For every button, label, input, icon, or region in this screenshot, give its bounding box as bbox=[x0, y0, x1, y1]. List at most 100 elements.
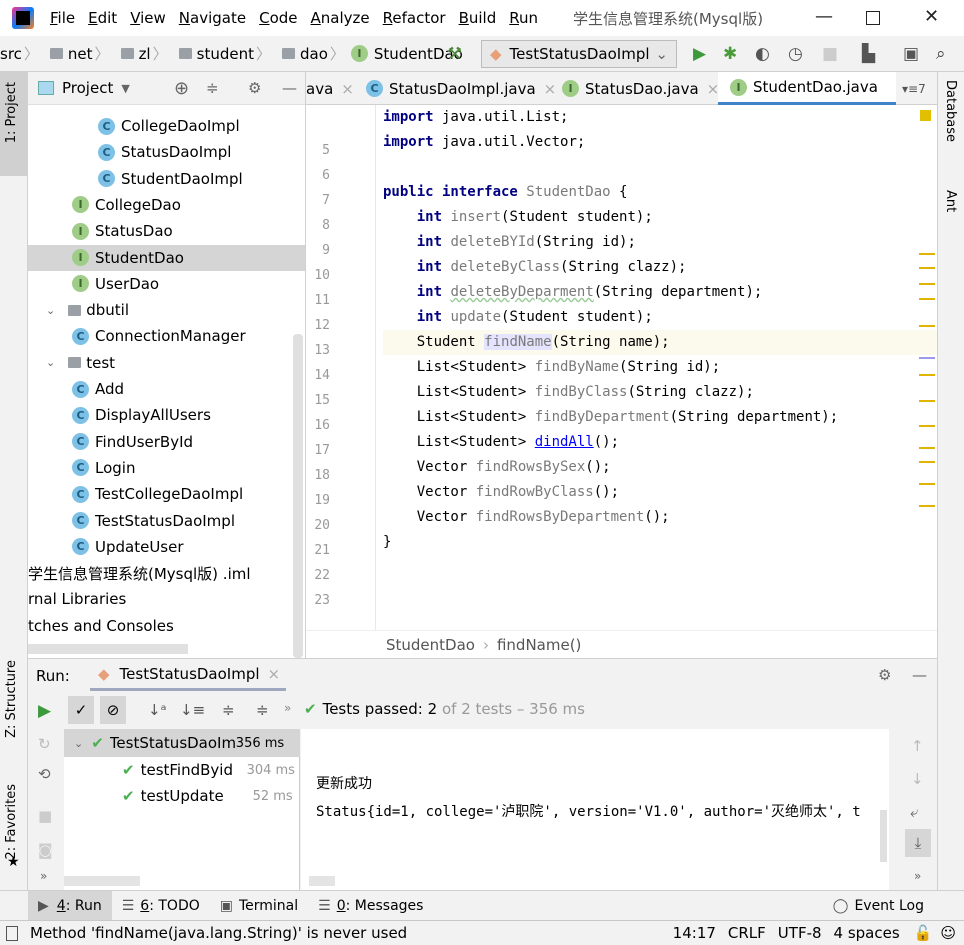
scroll-to-end-icon[interactable]: ⤓ bbox=[905, 829, 931, 857]
menu-analyze[interactable]: Analyze bbox=[311, 9, 370, 27]
search-icon[interactable]: ⌕ bbox=[936, 44, 946, 64]
toggle-tool-windows-icon[interactable] bbox=[6, 925, 18, 941]
more-icon[interactable]: » bbox=[40, 869, 47, 883]
console-scrollbar[interactable] bbox=[880, 810, 887, 862]
code-line[interactable]: List<Student> dindAll(); bbox=[383, 430, 937, 455]
breadcrumb-method[interactable]: findName() bbox=[497, 636, 581, 654]
tree-item[interactable]: ⌄ dbutil bbox=[28, 297, 305, 323]
code-line[interactable]: List<Student> findByName(String id); bbox=[383, 355, 937, 380]
code-line[interactable]: import java.util.Vector; bbox=[383, 130, 937, 155]
more-icon[interactable]: » bbox=[914, 869, 921, 883]
project-tool-tab[interactable]: 1: Project bbox=[4, 82, 19, 143]
tree-item[interactable]: C TestStatusDaoImpl bbox=[28, 508, 305, 534]
tree-item[interactable]: C TestCollegeDaoImpl bbox=[28, 481, 305, 507]
profile-icon[interactable]: ◷ bbox=[788, 44, 803, 64]
warning-indicator-icon[interactable] bbox=[920, 110, 931, 121]
tree-item[interactable]: ⌄ test bbox=[28, 350, 305, 376]
breadcrumb-src[interactable]: src 〉 bbox=[0, 43, 41, 64]
breadcrumb-student[interactable]: student 〉 bbox=[174, 43, 273, 64]
project-structure-icon[interactable]: ▙ bbox=[862, 44, 875, 64]
project-title[interactable]: Project bbox=[62, 79, 113, 97]
scroll-up-icon[interactable]: ↑ bbox=[911, 737, 924, 755]
warning-stripe-mark[interactable] bbox=[919, 267, 935, 269]
line-separator[interactable]: CRLF bbox=[728, 924, 766, 942]
scroll-down-icon[interactable]: ↓ bbox=[911, 770, 924, 788]
presentation-icon[interactable]: ▣ bbox=[903, 44, 919, 64]
soft-wrap-icon[interactable]: ⤶ bbox=[910, 803, 918, 821]
breadcrumb-dao[interactable]: dao 〉 bbox=[277, 43, 347, 64]
collapse-all-icon[interactable]: ≑ bbox=[206, 79, 219, 97]
build-hammer-icon[interactable]: ⚒ bbox=[447, 44, 462, 64]
test-suite-row[interactable]: ⌄ ✔ TestStatusDaoImpl 356 ms bbox=[64, 729, 300, 757]
warning-stripe-mark[interactable] bbox=[919, 298, 935, 300]
menu-run[interactable]: Run bbox=[509, 9, 538, 27]
tab-studentdao[interactable]: I StudentDao.java bbox=[718, 72, 896, 105]
gear-icon[interactable]: ⚙ bbox=[248, 79, 261, 97]
code-line[interactable]: List<Student> findByClass(String clazz); bbox=[383, 380, 937, 405]
close-tab-icon[interactable]: × bbox=[268, 665, 281, 683]
code-line[interactable]: Student findName(String name); bbox=[383, 330, 937, 355]
code-line[interactable]: int insert(Student student); bbox=[383, 205, 937, 230]
project-scrollbar[interactable] bbox=[293, 334, 303, 658]
run-icon[interactable]: ▶ bbox=[693, 44, 706, 64]
tree-item[interactable]: C Add bbox=[28, 376, 305, 402]
tree-item[interactable]: C FindUserById bbox=[28, 429, 305, 455]
code-line[interactable]: import java.util.List; bbox=[383, 105, 937, 130]
menu-view[interactable]: View bbox=[130, 9, 166, 27]
close-tab-icon[interactable]: × bbox=[341, 80, 354, 98]
chevron-down-icon[interactable]: ⌄ bbox=[46, 356, 55, 369]
tab-overflow-button[interactable]: ▾≡ 7 bbox=[902, 72, 926, 105]
tree-item[interactable]: C CollegeDaoImpl bbox=[28, 113, 305, 139]
tree-item[interactable]: C StatusDaoImpl bbox=[28, 139, 305, 165]
breadcrumb-zl[interactable]: zl 〉 bbox=[116, 43, 170, 64]
tool-tab-run[interactable]: ▶ 4: Run bbox=[28, 890, 112, 921]
code-line[interactable]: Vector findRowsBySex(); bbox=[383, 455, 937, 480]
tab-hidden-file[interactable]: ava × bbox=[306, 72, 354, 105]
tab-statusdaoimpl[interactable]: C StatusDaoImpl.java × bbox=[366, 72, 556, 105]
menu-refactor[interactable]: Refactor bbox=[383, 9, 446, 27]
menu-file[interactable]: File bbox=[50, 9, 75, 27]
hide-icon[interactable]: — bbox=[282, 79, 297, 97]
close-window-button[interactable]: ✕ bbox=[924, 6, 939, 27]
close-tab-icon[interactable]: × bbox=[544, 80, 557, 98]
file-encoding[interactable]: UTF-8 bbox=[778, 924, 822, 942]
warning-stripe-mark[interactable] bbox=[919, 325, 935, 327]
tree-item[interactable]: I StudentDao bbox=[28, 244, 305, 271]
code-line[interactable] bbox=[383, 155, 937, 180]
tree-item[interactable]: 学生信息管理系统(Mysql版) .iml bbox=[28, 560, 305, 586]
inspector-icon[interactable]: ☺ bbox=[940, 924, 956, 942]
warning-stripe-mark[interactable] bbox=[919, 425, 935, 427]
test-row[interactable]: ✔ testFindByid 304 ms bbox=[122, 757, 300, 783]
warning-stripe-mark[interactable] bbox=[919, 374, 935, 376]
toggle-autotest-icon[interactable]: ⟲ bbox=[38, 765, 51, 783]
tool-tab-terminal[interactable]: ▣ Terminal bbox=[210, 891, 308, 921]
tree-item[interactable]: rnal Libraries bbox=[28, 586, 305, 612]
tree-hscrollbar[interactable] bbox=[64, 876, 140, 886]
rerun-icon[interactable]: ▶ bbox=[38, 701, 51, 721]
maximize-button[interactable] bbox=[866, 11, 880, 25]
code-line[interactable]: } bbox=[383, 530, 937, 555]
warning-stripe-mark[interactable] bbox=[919, 461, 935, 463]
menu-edit[interactable]: Edit bbox=[88, 9, 117, 27]
sort-alpha-icon[interactable]: ↓ᵃ bbox=[148, 701, 166, 719]
test-row[interactable]: ✔ testUpdate 52 ms bbox=[122, 783, 300, 809]
tree-item[interactable]: tches and Consoles bbox=[28, 613, 305, 639]
warning-stripe-mark[interactable] bbox=[919, 505, 935, 507]
favorites-tool-tab[interactable]: 2: Favorites bbox=[4, 784, 19, 860]
code-line[interactable]: int deleteByClass(String clazz); bbox=[383, 255, 937, 280]
tree-item[interactable]: I UserDao bbox=[28, 271, 305, 297]
locate-icon[interactable]: ⊕ bbox=[174, 78, 189, 99]
warning-stripe-mark[interactable] bbox=[919, 400, 935, 402]
code-line[interactable]: Vector findRowByClass(); bbox=[383, 480, 937, 505]
expand-all-icon[interactable]: ≑ bbox=[222, 701, 235, 719]
collapse-all-icon[interactable]: ≑ bbox=[256, 701, 269, 719]
gear-icon[interactable]: ⚙ bbox=[878, 666, 891, 684]
hide-icon[interactable]: — bbox=[912, 666, 927, 684]
code-line[interactable]: List<Student> findByDepartment(String de… bbox=[383, 405, 937, 430]
chevron-down-icon[interactable]: ⌄ bbox=[46, 304, 55, 317]
tree-item[interactable]: C DisplayAllUsers bbox=[28, 402, 305, 428]
code-line[interactable]: int deleteByDeparment(String department)… bbox=[383, 280, 937, 305]
code-line[interactable]: int deleteBYId(String id); bbox=[383, 230, 937, 255]
minimize-button[interactable]: — bbox=[815, 6, 833, 27]
sort-duration-icon[interactable]: ↓≡ bbox=[180, 701, 205, 719]
